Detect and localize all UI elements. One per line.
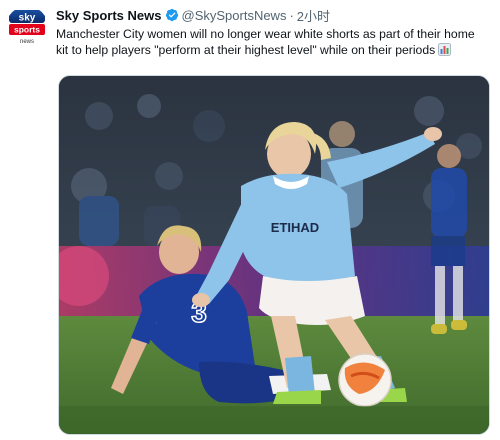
svg-text:sports: sports xyxy=(14,25,40,35)
author-handle[interactable]: @SkySportsNews xyxy=(182,8,287,23)
tweet-content: Sky Sports News @SkySportsNews · 2小时 Man… xyxy=(56,6,492,60)
sky-sports-news-logo: sky sports news xyxy=(6,6,48,48)
bar-chart-icon xyxy=(438,43,452,60)
football-match-photo: 3 ETIHAD xyxy=(59,76,489,434)
tweet-text-body: Manchester City women will no longer wea… xyxy=(56,27,475,57)
svg-text:sky: sky xyxy=(19,13,36,24)
author-name[interactable]: Sky Sports News xyxy=(56,8,162,23)
tweet-card[interactable]: sky sports news Sky Sports News @SkySpor… xyxy=(0,0,500,440)
svg-text:ETIHAD: ETIHAD xyxy=(271,220,319,235)
timestamp[interactable]: 2小时 xyxy=(297,6,330,25)
svg-text:news: news xyxy=(20,39,34,45)
tweet-header: Sky Sports News @SkySportsNews · 2小时 xyxy=(56,6,492,24)
tweet-media-photo[interactable]: 3 ETIHAD xyxy=(58,75,490,435)
football xyxy=(338,353,392,407)
tweet-text: Manchester City women will no longer wea… xyxy=(56,26,482,60)
verified-badge-icon xyxy=(165,8,179,22)
avatar[interactable]: sky sports news xyxy=(6,6,48,48)
separator-dot: · xyxy=(289,7,294,23)
